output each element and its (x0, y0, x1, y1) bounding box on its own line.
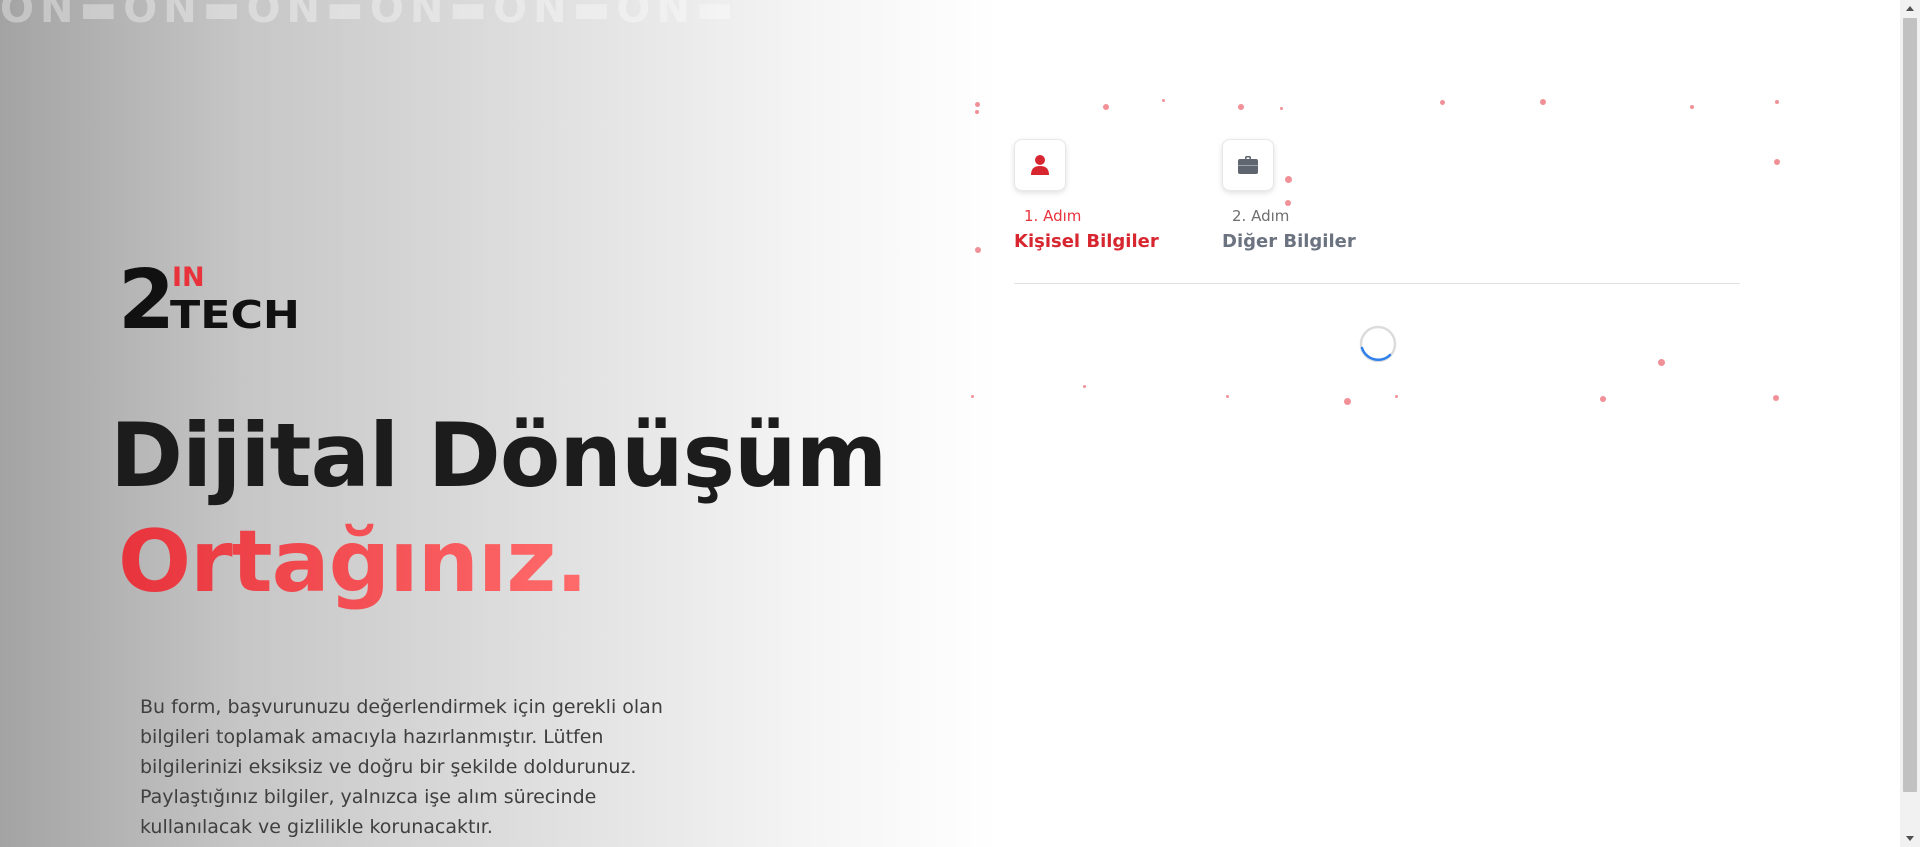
brand-watermark: ON▬ON▬ON▬ON▬ON▬ON▬ON (0, 0, 740, 26)
logo-bottom-text: TECH (170, 293, 300, 330)
particle (975, 102, 980, 107)
particle (1083, 385, 1086, 388)
logo-top-text: IN (172, 262, 205, 293)
particle (1774, 159, 1780, 165)
particle (1162, 99, 1165, 102)
particle (1440, 100, 1445, 105)
scroll-up-icon[interactable] (1900, 0, 1920, 17)
company-logo: 2 IN TECH (118, 258, 303, 330)
step-other-info[interactable]: 2. Adım Diğer Bilgiler (1222, 139, 1402, 253)
step-icon-box (1014, 139, 1066, 191)
particle (1103, 104, 1109, 110)
step-title: Kişisel Bilgiler (1014, 231, 1159, 252)
vertical-scrollbar[interactable] (1900, 0, 1920, 847)
scrollbar-thumb[interactable] (1903, 18, 1917, 792)
step-number: 1. Adım (1024, 207, 1082, 225)
step-number: 2. Adım (1232, 207, 1290, 225)
hero-panel: ON▬ON▬ON▬ON▬ON▬ON▬ON 2 IN TECH Dijital D… (0, 0, 1000, 847)
particle (971, 395, 974, 398)
loading-spinner-icon (1358, 324, 1398, 364)
user-icon (1031, 155, 1049, 175)
particle (975, 110, 979, 114)
particle (1226, 395, 1229, 398)
stepper-divider (1014, 283, 1740, 284)
hero-headline-accent: Ortağınız. (118, 512, 588, 612)
particle (1395, 395, 1398, 398)
particle (1600, 396, 1606, 402)
logo-number: 2 (118, 258, 175, 330)
particle (1658, 359, 1665, 366)
scroll-down-icon[interactable] (1900, 830, 1920, 847)
step-personal-info[interactable]: 1. Adım Kişisel Bilgiler (1014, 139, 1194, 253)
particle (1344, 398, 1351, 405)
hero-headline: Dijital Dönüşüm (110, 404, 887, 507)
form-stepper: 1. Adım Kişisel Bilgiler 2. Adım Diğer B… (1014, 139, 1740, 284)
particle (1540, 99, 1546, 105)
particle (1773, 395, 1779, 401)
step-title: Diğer Bilgiler (1222, 231, 1356, 252)
particle (1775, 100, 1779, 104)
particle (1280, 107, 1283, 110)
particle (975, 247, 981, 253)
particle (1238, 104, 1244, 110)
form-description: Bu form, başvurunuzu değerlendirmek için… (140, 696, 663, 838)
particle (1690, 105, 1694, 109)
briefcase-icon (1238, 156, 1258, 174)
step-icon-box (1222, 139, 1274, 191)
